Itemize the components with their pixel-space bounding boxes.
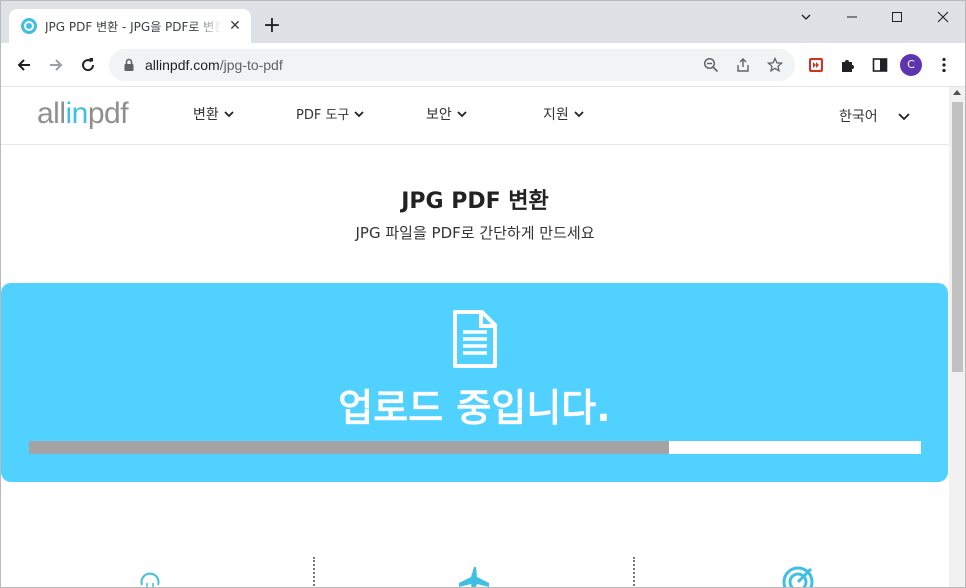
profile-avatar[interactable]: C <box>900 54 922 76</box>
reload-icon <box>82 58 95 72</box>
page-viewport: allinpdf 변환 PDF 도구 보안 지원 한국어 JPG PDF 변환 … <box>1 87 949 587</box>
nav-pdf-tools[interactable]: PDF 도구 <box>296 104 365 123</box>
chevron-down-icon <box>574 111 584 118</box>
nav-support[interactable]: 지원 <box>543 104 585 124</box>
nav-pdf-tools-label: PDF 도구 <box>296 108 350 123</box>
extension-button[interactable] <box>801 50 831 80</box>
browser-toolbar: allinpdf.com/jpg-to-pdf C <box>1 43 965 87</box>
maximize-button[interactable] <box>874 1 920 33</box>
upload-progress-fill <box>29 441 669 454</box>
site-logo[interactable]: allinpdf <box>37 97 129 131</box>
url-host: allinpdf.com <box>145 57 220 73</box>
tab-search-button[interactable] <box>783 1 829 33</box>
target-icon <box>782 566 814 587</box>
chevron-down-icon[interactable] <box>897 110 911 124</box>
extensions-menu-button[interactable] <box>833 50 863 80</box>
star-icon[interactable] <box>765 55 785 75</box>
lightbulb-icon <box>140 572 160 587</box>
chevron-down-icon <box>457 111 467 118</box>
site-header: allinpdf 변환 PDF 도구 보안 지원 한국어 <box>1 87 949 145</box>
active-tab[interactable]: JPG PDF 변환 - JPG을 PDF로 변환 ✕ <box>9 9 251 43</box>
feature-divider <box>633 557 635 587</box>
upload-panel: 업로드 중입니다. <box>1 283 948 482</box>
close-window-button[interactable] <box>920 1 965 33</box>
page-scrollbar[interactable] <box>949 87 965 587</box>
upload-progress-bar <box>29 441 921 454</box>
extension-icon <box>809 58 823 72</box>
side-panel-button[interactable] <box>865 50 895 80</box>
minimize-button[interactable] <box>829 1 875 33</box>
logo-part-in: in <box>65 97 89 130</box>
address-bar[interactable]: allinpdf.com/jpg-to-pdf <box>109 49 795 81</box>
tab-close-button[interactable]: ✕ <box>227 18 243 34</box>
tab-title: JPG PDF 변환 - JPG을 PDF로 변환 <box>45 19 221 34</box>
reload-button[interactable] <box>73 50 103 80</box>
side-panel-icon <box>872 58 888 72</box>
close-icon <box>937 11 949 23</box>
tab-strip: JPG PDF 변환 - JPG을 PDF로 변환 ✕ + <box>1 1 965 43</box>
chevron-down-icon <box>354 110 365 117</box>
feature-divider <box>313 557 315 587</box>
back-button[interactable] <box>9 50 39 80</box>
zoom-out-icon[interactable] <box>701 55 721 75</box>
maximize-icon <box>892 12 902 22</box>
chevron-down-icon <box>801 14 811 20</box>
browser-window: JPG PDF 변환 - JPG을 PDF로 변환 ✕ + allinpdf.c… <box>0 0 966 588</box>
document-icon <box>453 310 497 368</box>
lock-icon <box>124 58 134 71</box>
logo-part-all: all <box>37 97 66 130</box>
new-tab-button[interactable]: + <box>259 13 285 39</box>
minimize-icon <box>847 16 857 18</box>
url-path: /jpg-to-pdf <box>219 57 283 73</box>
nav-convert-label: 변환 <box>193 107 219 123</box>
site-favicon-icon <box>21 18 37 34</box>
more-icon <box>942 57 946 73</box>
back-arrow-icon <box>17 59 30 71</box>
puzzle-icon <box>842 60 854 72</box>
forward-button[interactable] <box>41 50 71 80</box>
forward-arrow-icon <box>50 59 63 71</box>
nav-security[interactable]: 보안 <box>426 104 468 124</box>
airplane-icon <box>459 567 489 587</box>
scroll-up-arrow-icon[interactable] <box>953 90 961 95</box>
language-selector[interactable]: 한국어 <box>839 106 878 126</box>
nav-support-label: 지원 <box>543 107 569 123</box>
nav-security-label: 보안 <box>426 107 452 123</box>
upload-status-text: 업로드 중입니다. <box>338 386 611 430</box>
page-title: JPG PDF 변환 <box>401 189 549 214</box>
nav-convert[interactable]: 변환 <box>193 104 235 124</box>
logo-part-pdf: pdf <box>87 97 129 130</box>
scrollbar-thumb[interactable] <box>952 102 963 372</box>
chevron-down-icon <box>224 111 234 118</box>
browser-menu-button[interactable] <box>929 50 959 80</box>
share-icon[interactable] <box>733 55 753 75</box>
page-subtitle: JPG 파일을 PDF로 간단하게 만드세요 <box>355 224 595 242</box>
